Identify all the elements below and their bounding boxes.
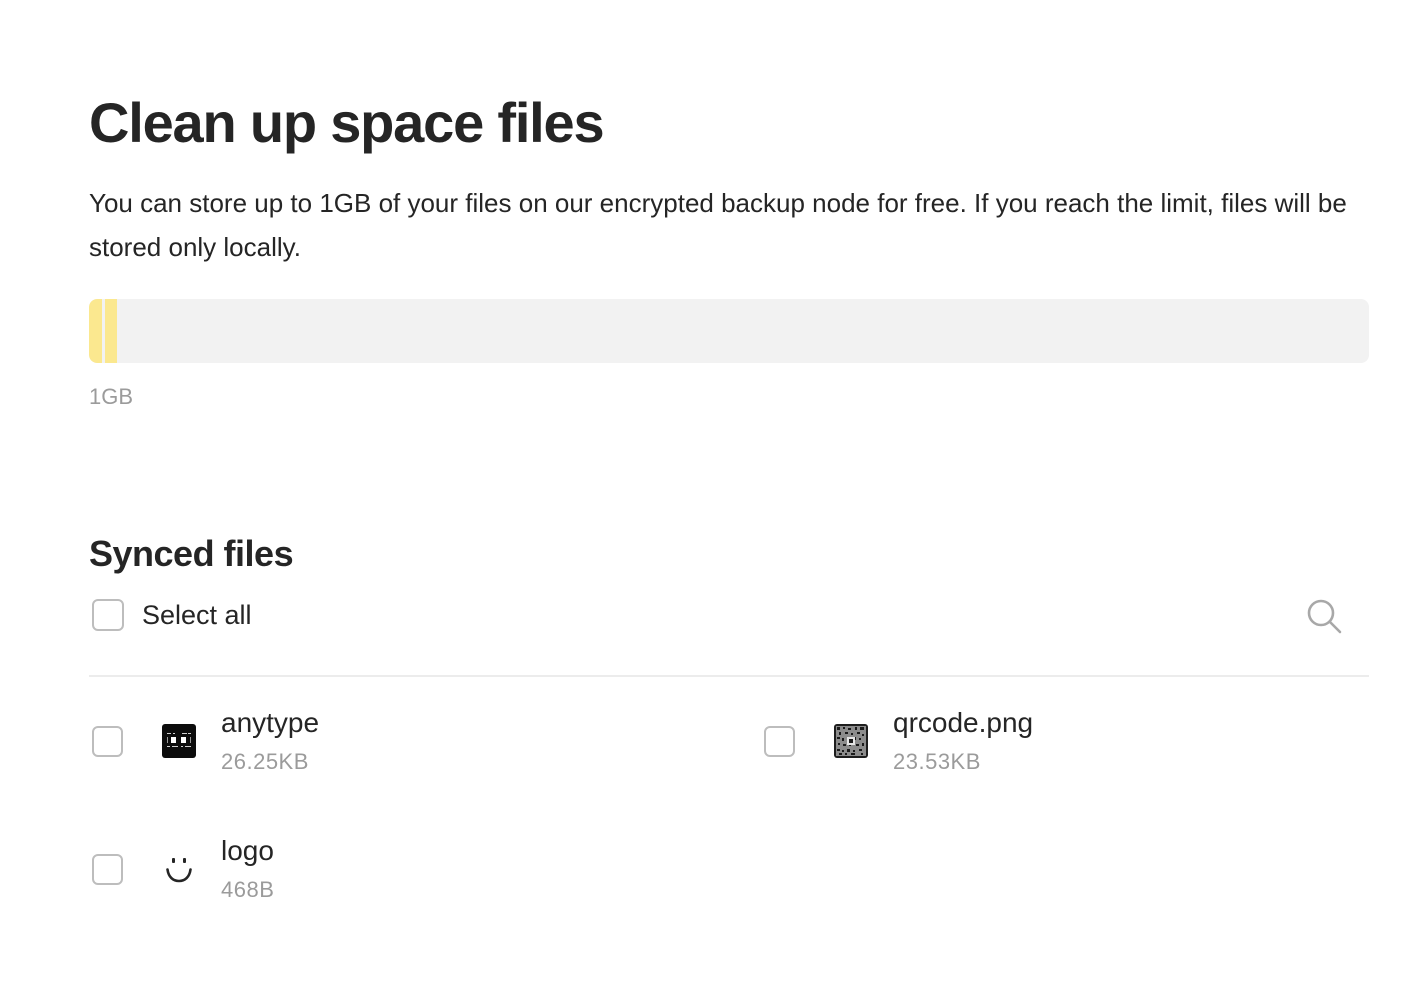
usage-segment xyxy=(89,299,102,363)
file-checkbox[interactable] xyxy=(92,726,123,757)
usage-segment xyxy=(105,299,117,363)
select-all-checkbox[interactable] xyxy=(92,599,124,631)
storage-limit-label: 1GB xyxy=(89,384,134,409)
file-size: 26.25KB xyxy=(221,749,309,774)
smiley-logo-icon xyxy=(162,852,196,886)
search-button[interactable] xyxy=(1304,596,1344,636)
file-checkbox[interactable] xyxy=(764,726,795,757)
file-item-qrcode[interactable]: qrcode.png 23.53KB xyxy=(761,700,1381,784)
file-size: 468B xyxy=(221,877,275,902)
file-item-logo[interactable]: logo 468B xyxy=(89,828,709,912)
file-name: anytype xyxy=(221,707,320,738)
page-description: You can store up to 1GB of your files on… xyxy=(89,188,1347,262)
page-title: Clean up space files xyxy=(89,91,605,154)
select-all-label: Select all xyxy=(142,600,252,630)
qrcode-image-thumbnail xyxy=(834,724,868,758)
file-item-anytype[interactable]: anytype 26.25KB xyxy=(89,700,709,784)
select-all-control[interactable]: Select all xyxy=(92,599,252,631)
search-icon xyxy=(1307,599,1342,634)
anytype-image-thumbnail xyxy=(162,724,196,758)
synced-files-title: Synced files xyxy=(89,533,294,574)
file-checkbox[interactable] xyxy=(92,854,123,885)
file-name: logo xyxy=(221,835,274,866)
divider xyxy=(89,675,1369,677)
storage-usage-bar xyxy=(89,299,1369,363)
file-name: qrcode.png xyxy=(893,707,1034,738)
file-size: 23.53KB xyxy=(893,749,981,774)
